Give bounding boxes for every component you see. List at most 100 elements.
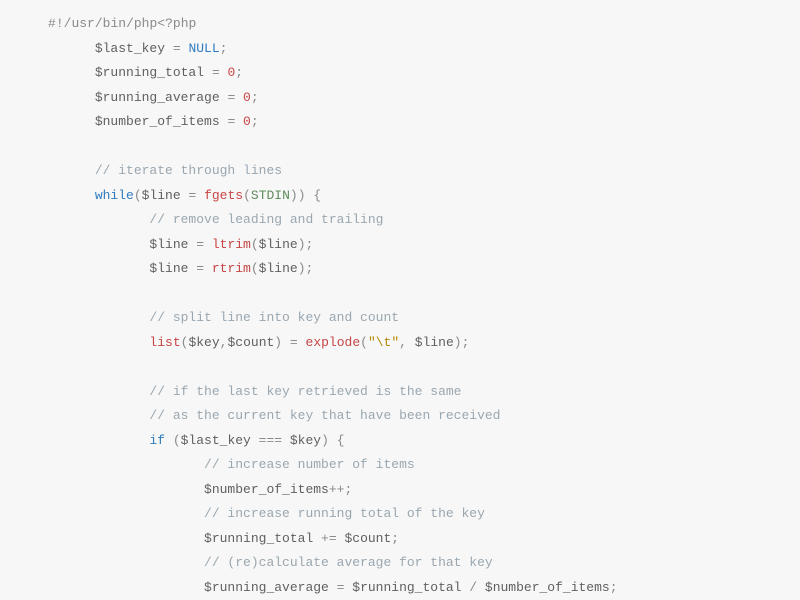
token-punc: , (399, 335, 415, 350)
token-var: $last_key (181, 433, 251, 448)
code-line: if ($last_key === $key) { (48, 429, 780, 454)
token-punc: ) (298, 237, 306, 252)
token-comment: // as the current key that have been rec… (149, 408, 500, 423)
code-line: $running_total = 0; (48, 61, 780, 86)
token-var: $running_average (95, 90, 220, 105)
token-var: $running_average (204, 580, 329, 595)
code-line: // if the last key retrieved is the same (48, 380, 780, 405)
token-var: $count (344, 531, 391, 546)
token-op: === (251, 433, 290, 448)
token-var: $line (149, 237, 188, 252)
token-var: $line (149, 261, 188, 276)
token-var: $count (227, 335, 274, 350)
token-punc: ) (290, 188, 298, 203)
token-punc: ; (344, 482, 352, 497)
token-op: += (313, 531, 344, 546)
token-comment: // remove leading and trailing (149, 212, 383, 227)
code-line (48, 282, 780, 307)
token-var: $line (415, 335, 454, 350)
token-comment: // (re)calculate average for that key (204, 555, 493, 570)
token-punc: # (48, 16, 56, 31)
token-func: explode (306, 335, 361, 350)
token-comment: // increase number of items (204, 457, 415, 472)
token-var: $running_total (204, 531, 313, 546)
token-op: = (220, 114, 243, 129)
token-punc: ( (251, 237, 259, 252)
code-line: while($line = fgets(STDIN)) { (48, 184, 780, 209)
code-line: $line = ltrim($line); (48, 233, 780, 258)
code-line: // split line into key and count (48, 306, 780, 331)
token-punc: / (95, 16, 103, 31)
token-punc: { (329, 433, 345, 448)
token-str: "\t" (368, 335, 399, 350)
token-op: / (461, 580, 484, 595)
token-php: php (173, 16, 196, 31)
token-func: ltrim (212, 237, 251, 252)
token-op: = (188, 261, 211, 276)
token-punc: ( (251, 261, 259, 276)
token-php: php (134, 16, 157, 31)
code-line: list($key,$count) = explode("\t", $line)… (48, 331, 780, 356)
token-op: = (188, 237, 211, 252)
token-var: $running_total (352, 580, 461, 595)
token-key: NULL (188, 41, 219, 56)
token-punc: ; (462, 335, 470, 350)
code-line (48, 355, 780, 380)
token-punc: ; (251, 114, 259, 129)
token-punc: <? (157, 16, 173, 31)
token-punc: ; (251, 90, 259, 105)
token-punc: / (126, 16, 134, 31)
token-op: = (220, 90, 243, 105)
code-line (48, 135, 780, 160)
token-op: = (282, 335, 305, 350)
token-punc: ) (274, 335, 282, 350)
token-comment: // increase running total of the key (204, 506, 485, 521)
code-line: // as the current key that have been rec… (48, 404, 780, 429)
token-comment: // split line into key and count (149, 310, 399, 325)
token-op: = (204, 65, 227, 80)
token-punc: ) (321, 433, 329, 448)
token-punc: ; (306, 261, 314, 276)
token-punc: ) (454, 335, 462, 350)
code-line: // iterate through lines (48, 159, 780, 184)
code-block: #!/usr/bin/php<?php $last_key = NULL; $r… (0, 0, 800, 600)
token-num: 0 (243, 114, 251, 129)
token-op: ! (56, 16, 64, 31)
code-line: // remove leading and trailing (48, 208, 780, 233)
token-comment: // if the last key retrieved is the same (149, 384, 461, 399)
token-op: = (165, 41, 188, 56)
token-php: usr (71, 16, 94, 31)
token-punc: ; (220, 41, 228, 56)
token-php: bin (103, 16, 126, 31)
code-line: // increase running total of the key (48, 502, 780, 527)
code-line: $number_of_items++; (48, 478, 780, 503)
token-comment: // iterate through lines (95, 163, 282, 178)
token-punc: ) (298, 261, 306, 276)
code-line: $number_of_items = 0; (48, 110, 780, 135)
token-punc: ( (243, 188, 251, 203)
token-op (48, 359, 56, 374)
token-var: $line (259, 261, 298, 276)
token-var: $number_of_items (95, 114, 220, 129)
token-var: $key (290, 433, 321, 448)
token-punc: ( (360, 335, 368, 350)
token-punc: ; (235, 65, 243, 80)
token-op (48, 139, 56, 154)
code-line: #!/usr/bin/php<?php (48, 12, 780, 37)
code-line: $line = rtrim($line); (48, 257, 780, 282)
code-line: $running_total += $count; (48, 527, 780, 552)
token-punc: ; (306, 237, 314, 252)
token-punc: ) (298, 188, 306, 203)
token-var: $last_key (95, 41, 165, 56)
token-key: if (149, 433, 165, 448)
token-var: $number_of_items (204, 482, 329, 497)
code-line: // increase number of items (48, 453, 780, 478)
token-var: $line (142, 188, 181, 203)
token-punc: ; (610, 580, 618, 595)
token-const: STDIN (251, 188, 290, 203)
token-punc: ; (391, 531, 399, 546)
token-punc: { (306, 188, 322, 203)
token-func: rtrim (212, 261, 251, 276)
token-var: $number_of_items (485, 580, 610, 595)
token-op: = (181, 188, 204, 203)
